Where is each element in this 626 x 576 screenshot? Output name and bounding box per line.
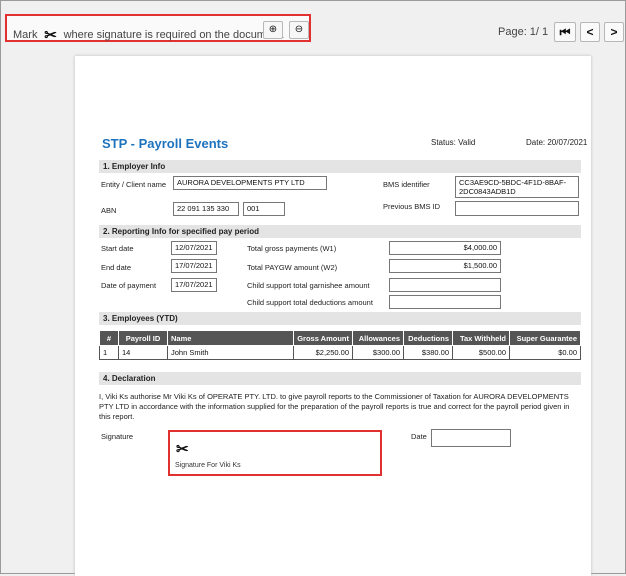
garnishee-amount-label: Child support total garnishee amount: [247, 281, 370, 290]
abn-field: 22 091 135 330: [173, 202, 239, 216]
client-name-field: AURORA DEVELOPMENTS PTY LTD: [173, 176, 327, 190]
viewer-toolbar: Mark ✂ where signature is required on th…: [0, 0, 626, 44]
abn-label: ABN: [101, 206, 117, 215]
zoom-in-button[interactable]: ⊕: [263, 21, 283, 39]
zoom-out-button[interactable]: ⊖: [289, 21, 309, 39]
column-header: Tax Withheld: [452, 330, 510, 346]
section-employer-info: 1. Employer Info: [99, 160, 581, 173]
payment-date-label: Date of payment: [101, 281, 157, 290]
chevron-right-icon: >: [610, 25, 618, 39]
previous-page-button[interactable]: <: [580, 22, 600, 42]
column-header: Name: [167, 330, 294, 346]
column-header: Deductions: [403, 330, 453, 346]
zoom-in-icon: ⊕: [268, 24, 278, 35]
mark-prefix: Mark: [13, 29, 38, 41]
deductions-amount-label: Child support total deductions amount: [247, 298, 373, 307]
garnishee-amount-field: [389, 278, 501, 292]
tax-withheld-cell: $500.00: [452, 345, 510, 360]
column-header: Payroll ID: [118, 330, 168, 346]
next-page-button[interactable]: >: [604, 22, 624, 42]
document-date: Date: 20/07/2021: [526, 138, 588, 147]
employees-table: # Payroll ID Name Gross Amount Allowance…: [99, 330, 581, 360]
client-name-label: Entity / Client name: [101, 180, 167, 189]
signature-caption: Signature For Viki Ks: [175, 462, 241, 469]
payroll-id-cell: 14: [118, 345, 168, 360]
signature-marker-icon: ✂: [176, 441, 189, 458]
declaration-date-label: Date: [411, 432, 427, 441]
gross-amount-cell: $2,250.00: [293, 345, 353, 360]
branch-field: 001: [243, 202, 285, 216]
chevron-left-icon: <: [586, 25, 594, 39]
deductions-cell: $380.00: [403, 345, 453, 360]
column-header: Gross Amount: [293, 330, 353, 346]
document-page: STP - Payroll Events Status: Valid Date:…: [75, 56, 591, 576]
employees-header-row: # Payroll ID Name Gross Amount Allowance…: [99, 330, 581, 346]
start-date-field: 12/07/2021: [171, 241, 217, 255]
column-header: Super Guarantee: [509, 330, 581, 346]
previous-bms-label: Previous BMS ID: [383, 202, 441, 211]
first-page-button[interactable]: ⏮: [554, 22, 576, 42]
first-page-icon: ⏮: [559, 25, 571, 39]
bms-identifier-label: BMS identifier: [383, 180, 430, 189]
end-date-label: End date: [101, 263, 132, 272]
allowances-cell: $300.00: [352, 345, 404, 360]
column-header: #: [99, 330, 119, 346]
page-indicator: Page: 1/ 1: [498, 26, 549, 38]
status-text: Status: Valid: [431, 138, 476, 147]
mark-suffix: where signature is required on the docum…: [63, 29, 285, 41]
signature-label: Signature: [101, 432, 134, 441]
section-declaration: 4. Declaration: [99, 372, 581, 385]
payment-date-field: 17/07/2021: [171, 278, 217, 292]
declaration-text: I, Viki Ks authorise Mr Viki Ks of OPERA…: [99, 392, 570, 421]
name-cell: John Smith: [167, 345, 294, 360]
column-header: Allowances: [352, 330, 404, 346]
gross-payments-label: Total gross payments (W1): [247, 244, 337, 253]
mark-signature-hint: Mark ✂ where signature is required on th…: [5, 14, 311, 44]
document-title: STP - Payroll Events: [102, 136, 229, 151]
signature-area[interactable]: ✂ Signature For Viki Ks: [168, 430, 382, 476]
end-date-field: 17/07/2021: [171, 259, 217, 273]
signature-marker-icon[interactable]: ✂: [41, 26, 61, 44]
deductions-amount-field: [389, 295, 501, 309]
paygw-amount-field: $1,500.00: [389, 259, 501, 273]
paygw-amount-label: Total PAYGW amount (W2): [247, 263, 338, 272]
start-date-label: Start date: [101, 244, 134, 253]
previous-bms-field: [455, 201, 579, 216]
mark-hint-text: Mark ✂ where signature is required on th…: [13, 26, 284, 44]
super-guarantee-cell: $0.00: [509, 345, 581, 360]
gross-payments-field: $4,000.00: [389, 241, 501, 255]
zoom-out-icon: ⊖: [294, 24, 304, 35]
declaration-date-field[interactable]: [431, 429, 511, 447]
bms-identifier-field: CC3AE9CD-5BDC-4F1D-8BAF-2DC0843ADB1D: [455, 176, 579, 198]
section-reporting-info: 2. Reporting Info for specified pay peri…: [99, 225, 581, 238]
table-row: 1 14 John Smith $2,250.00 $300.00 $380.0…: [99, 345, 581, 360]
row-number-cell: 1: [99, 345, 119, 360]
section-employees: 3. Employees (YTD): [99, 312, 581, 325]
